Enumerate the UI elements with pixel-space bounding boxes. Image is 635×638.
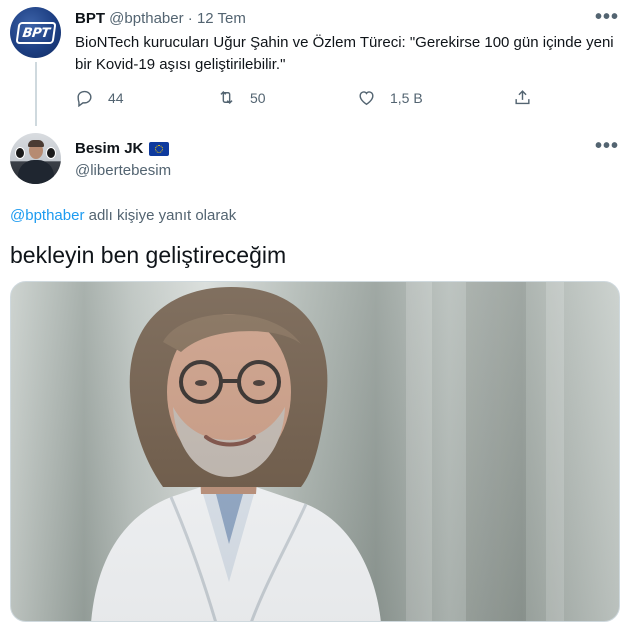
reply-button[interactable]: 44 — [75, 88, 124, 107]
tweet-text: BioNTech kurucuları Uğur Şahin ve Özlem … — [75, 34, 614, 73]
tweet-actions: 44 50 1,5 B — [75, 88, 545, 110]
reply-icon — [77, 90, 92, 107]
share-button[interactable] — [513, 88, 532, 107]
retweet-count: 50 — [250, 89, 266, 106]
photo-shade — [11, 282, 619, 621]
like-icon — [359, 91, 374, 106]
like-count: 1,5 B — [390, 89, 423, 106]
avatar-hair — [28, 140, 44, 147]
reply-text: bekleyin ben geliştireceğim — [10, 242, 287, 268]
share-icon — [515, 90, 530, 105]
bpt-logo: BPT — [14, 21, 57, 44]
meta-separator: · — [187, 10, 193, 27]
crest-right — [46, 147, 56, 159]
tweet-photo[interactable] — [10, 281, 620, 622]
reply-author-name-row[interactable]: Besim JK — [75, 139, 170, 158]
more-icon[interactable]: ••• — [595, 7, 619, 27]
crest-left — [15, 147, 25, 159]
reply-to-suffix: adlı kişiye yanıt olarak — [84, 207, 237, 224]
reply-author-handle[interactable]: @libertebesim — [75, 161, 171, 180]
thread-line — [35, 62, 37, 126]
parent-tweet-header: BPT @bpthaber · 12 Tem — [75, 9, 246, 28]
bpt-avatar[interactable]: BPT — [10, 7, 61, 58]
tweet-time[interactable]: 12 Tem — [197, 10, 246, 27]
besim-avatar[interactable] — [10, 133, 61, 184]
author-name[interactable]: BPT — [75, 10, 105, 27]
reply-mention-link[interactable]: @bpthaber — [10, 207, 84, 224]
like-button[interactable]: 1,5 B — [357, 88, 423, 107]
reply-author-name[interactable]: Besim JK — [75, 139, 143, 158]
retweet-button[interactable]: 50 — [217, 88, 266, 107]
eu-flag-icon — [149, 141, 170, 156]
author-handle[interactable]: @bpthaber — [109, 10, 183, 27]
bpt-logo-text: BPT — [21, 25, 50, 40]
avatar-shoulders — [18, 160, 54, 184]
more-icon[interactable]: ••• — [595, 136, 619, 156]
replying-to: @bpthaber adlı kişiye yanıt olarak — [10, 206, 236, 225]
reply-count: 44 — [108, 89, 124, 106]
retweet-icon — [220, 90, 233, 105]
